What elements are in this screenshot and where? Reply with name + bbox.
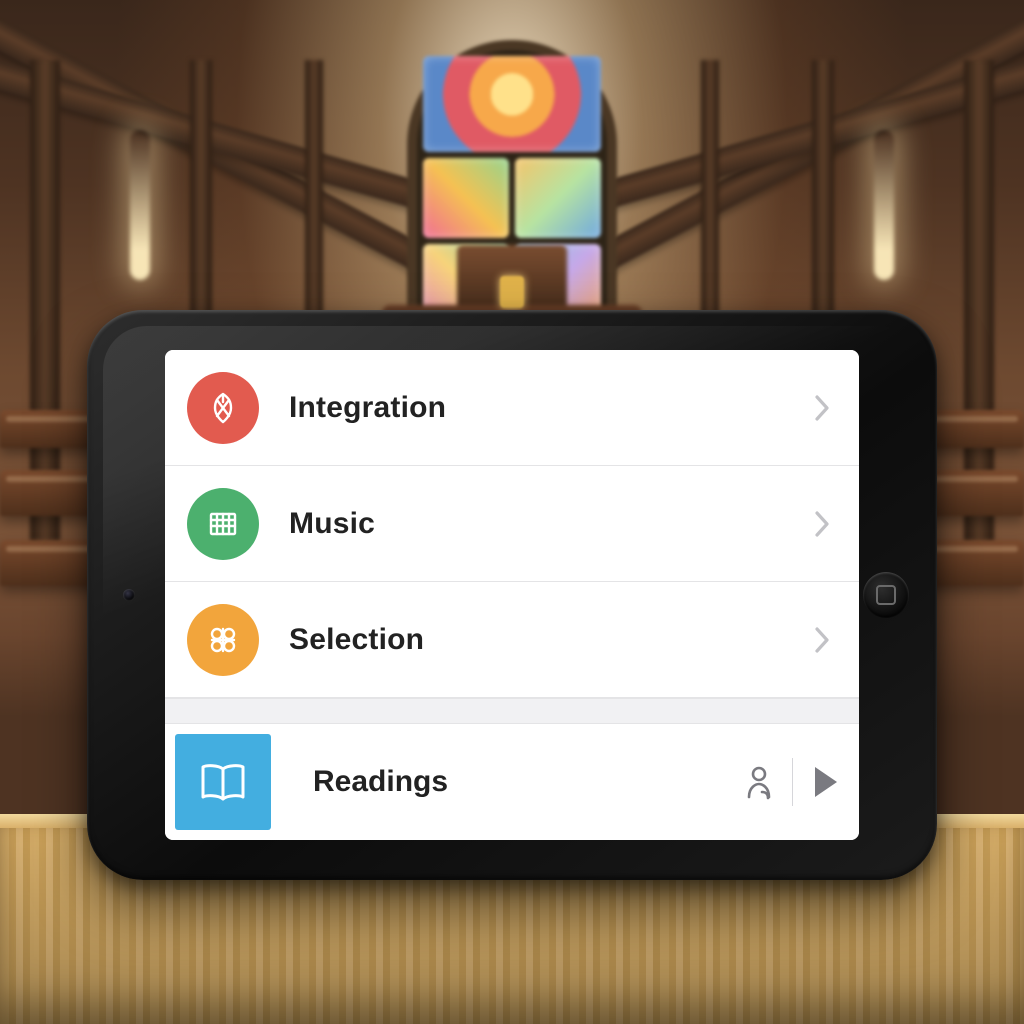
menu-item-music[interactable]: Music: [165, 466, 859, 582]
tablet-home-button[interactable]: [863, 572, 909, 618]
tablet-device: Integration Music: [87, 310, 937, 880]
menu-item-integration[interactable]: Integration: [165, 350, 859, 466]
menu-item-selection[interactable]: Selection: [165, 582, 859, 698]
person-icon[interactable]: [744, 763, 774, 801]
tiles-icon: [187, 604, 259, 676]
score-icon: [187, 488, 259, 560]
menu-item-label: Readings: [313, 765, 744, 799]
menu-item-label: Music: [289, 507, 783, 541]
section-separator: [165, 698, 859, 724]
chevron-right-icon: [813, 393, 831, 423]
chevron-right-icon: [813, 625, 831, 655]
emblem-icon: [187, 372, 259, 444]
main-menu-list: Integration Music: [165, 350, 859, 698]
readings-actions: [744, 758, 859, 806]
vertical-divider: [792, 758, 793, 806]
altar-ornament: [500, 276, 524, 308]
church-pew: [0, 410, 100, 448]
play-icon[interactable]: [811, 765, 839, 799]
tablet-front-camera: [123, 589, 135, 601]
book-icon: [175, 734, 271, 830]
menu-item-label: Selection: [289, 623, 783, 657]
church-background: Integration Music: [0, 0, 1024, 1024]
church-pew: [924, 410, 1024, 448]
menu-item-label: Integration: [289, 391, 783, 425]
chevron-right-icon: [813, 509, 831, 539]
pendant-light: [874, 130, 894, 280]
pendant-light: [130, 130, 150, 280]
menu-item-readings[interactable]: Readings: [165, 724, 859, 840]
tablet-screen: Integration Music: [165, 350, 859, 840]
